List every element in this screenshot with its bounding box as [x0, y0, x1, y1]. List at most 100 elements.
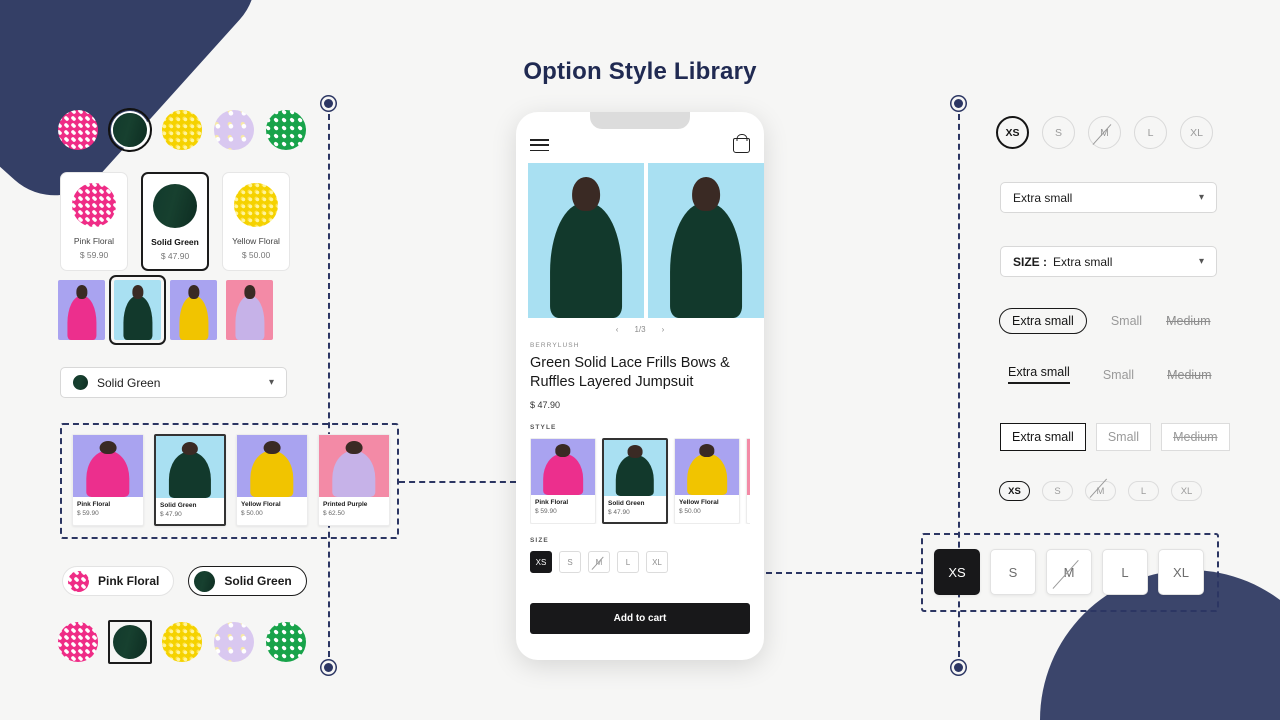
product-card[interactable]: Yellow Floral$ 50.00 — [674, 438, 740, 524]
square-size-selector-row[interactable]: XSSMLXL — [934, 549, 1204, 595]
add-to-cart-button[interactable]: Add to cart — [530, 603, 750, 634]
mini-pill-size-row[interactable]: XS SML XL — [999, 481, 1202, 501]
color-label-pill[interactable]: Pink Floral — [62, 566, 174, 596]
product-card-price: $ 47.90 — [608, 509, 662, 516]
color-swatch-sw-yellow[interactable] — [160, 620, 204, 664]
color-label-pill-row[interactable]: Pink Floral Solid Green — [62, 566, 307, 596]
mini-pill-size-l[interactable]: L — [1128, 481, 1159, 501]
circle-size-m[interactable]: M — [1088, 116, 1121, 149]
color-label-text: Solid Green — [224, 574, 291, 588]
thumbnail[interactable] — [114, 280, 161, 340]
product-card-name: Yellow Floral — [679, 499, 735, 506]
shopping-bag-icon[interactable] — [733, 138, 750, 153]
size-option-s[interactable]: S — [559, 551, 581, 573]
connector-endpoint-right-bottom — [954, 663, 963, 672]
product-card-meta: Solid Green$ 47.90 — [604, 496, 666, 522]
underline-text-size-extra-small[interactable]: Extra small — [1008, 365, 1070, 384]
size-dropdown-labeled[interactable]: SIZE : Extra small ▾ — [1000, 246, 1217, 277]
option-card-price: $ 47.90 — [149, 251, 201, 261]
product-image-carousel[interactable] — [516, 163, 764, 318]
product-card-name: Pink Floral — [77, 501, 139, 508]
thumbnail[interactable] — [226, 280, 273, 340]
underline-text-size-small[interactable]: Small — [1103, 368, 1134, 382]
connector-line-left-to-phone — [399, 481, 516, 483]
product-card-image — [675, 439, 739, 495]
option-card[interactable]: Pink Floral$ 59.90 — [60, 172, 128, 271]
mini-pill-size-s[interactable]: S — [1042, 481, 1073, 501]
product-card-meta: Pink Floral$ 59.90 — [73, 497, 143, 523]
thumbnail-strip[interactable] — [58, 280, 273, 340]
size-option-l[interactable]: L — [617, 551, 639, 573]
circle-size-xs[interactable]: XS — [996, 116, 1029, 149]
circle-size-l[interactable]: L — [1134, 116, 1167, 149]
product-card[interactable]: Printed$ 62.50 — [746, 438, 750, 524]
box-text-size-row[interactable]: Extra small Small Medium — [1000, 423, 1230, 451]
pill-text-size-small[interactable]: Small — [1111, 314, 1142, 328]
color-dropdown[interactable]: Solid Green ▾ — [60, 367, 287, 398]
size-option-xl[interactable]: XL — [646, 551, 668, 573]
color-label-pill[interactable]: Solid Green — [188, 566, 306, 596]
thumbnail[interactable] — [58, 280, 105, 340]
phone-style-card-row[interactable]: Pink Floral$ 59.90 Solid Green$ 47.90 Yell… — [530, 438, 750, 524]
color-swatch-sw-pink[interactable] — [56, 108, 100, 152]
product-card-name: Solid Green — [160, 502, 220, 509]
square-size-xl[interactable]: XL — [1158, 549, 1204, 595]
color-swatch-sw-green[interactable] — [108, 108, 152, 152]
product-card-row[interactable]: Pink Floral$ 59.90 Solid Green$ 47.90Yell… — [72, 434, 390, 526]
color-swatch-sw-yellow[interactable] — [160, 108, 204, 152]
product-card[interactable]: Pink Floral$ 59.90 — [72, 434, 144, 526]
product-card-image — [237, 435, 307, 497]
mini-pill-size-xl[interactable]: XL — [1171, 481, 1202, 501]
carousel-controls[interactable]: ‹ 1/3 › — [516, 318, 764, 338]
product-card[interactable]: Pink Floral$ 59.90 — [530, 438, 596, 524]
product-card[interactable]: Solid Green$ 47.90 — [154, 434, 226, 526]
pill-text-size-row[interactable]: Extra small Small Medium — [999, 308, 1211, 334]
phone-mockup: ‹ 1/3 › BERRYLUSH Green Solid Lace Frill… — [516, 112, 764, 660]
product-card[interactable]: Yellow Floral$ 50.00 — [236, 434, 308, 526]
box-text-size-small[interactable]: Small — [1096, 423, 1151, 451]
option-card[interactable]: Solid Green$ 47.90 — [141, 172, 209, 271]
product-card[interactable]: Printed Purple$ 62.50 — [318, 434, 390, 526]
size-option-m[interactable]: M — [588, 551, 610, 573]
color-swatch-sw-gprint[interactable] — [264, 620, 308, 664]
color-swatch-row-top[interactable] — [56, 108, 308, 152]
hamburger-menu-icon[interactable] — [530, 136, 549, 155]
color-swatch-sw-pink[interactable] — [56, 620, 100, 664]
phone-notch — [590, 112, 690, 129]
square-size-l[interactable]: L — [1102, 549, 1148, 595]
color-swatch-sw-lav[interactable] — [212, 108, 256, 152]
size-option-xs[interactable]: XS — [530, 551, 552, 573]
circle-size-selector-row[interactable]: XS SML XL — [996, 116, 1213, 149]
carousel-counter: 1/3 — [634, 325, 645, 334]
square-size-s[interactable]: S — [990, 549, 1036, 595]
product-title: Green Solid Lace Frills Bows & Ruffles L… — [530, 354, 750, 393]
phone-size-row[interactable]: XS SML XL — [530, 551, 750, 573]
box-text-size-extra-small[interactable]: Extra small — [1000, 423, 1086, 451]
mini-pill-size-m[interactable]: M — [1085, 481, 1116, 501]
color-swatch-row-bottom[interactable] — [56, 620, 308, 664]
underline-text-size-medium[interactable]: Medium — [1167, 368, 1211, 382]
pill-text-size-extra-small[interactable]: Extra small — [999, 308, 1087, 334]
color-dropdown-value: Solid Green — [97, 376, 160, 390]
circle-size-xl[interactable]: XL — [1180, 116, 1213, 149]
product-card[interactable]: Solid Green$ 47.90 — [602, 438, 668, 524]
thumbnail[interactable] — [170, 280, 217, 340]
option-card[interactable]: Yellow Floral$ 50.00 — [222, 172, 290, 271]
size-dropdown-value: Extra small — [1013, 191, 1072, 205]
square-size-m[interactable]: M — [1046, 549, 1092, 595]
size-dropdown-plain[interactable]: Extra small ▾ — [1000, 182, 1217, 213]
option-card-row[interactable]: Pink Floral$ 59.90Solid Green$ 47.90Yell… — [60, 172, 290, 271]
box-text-size-medium[interactable]: Medium — [1161, 423, 1229, 451]
square-size-xs[interactable]: XS — [934, 549, 980, 595]
underline-text-size-row[interactable]: Extra small Small Medium — [1008, 365, 1212, 384]
carousel-next-icon[interactable]: › — [662, 325, 665, 334]
circle-size-s[interactable]: S — [1042, 116, 1075, 149]
color-swatch-sw-gprint[interactable] — [264, 108, 308, 152]
color-swatch-sw-lav[interactable] — [212, 620, 256, 664]
swatch-fill — [113, 625, 147, 659]
option-card-thumb — [234, 183, 278, 227]
mini-pill-size-xs[interactable]: XS — [999, 481, 1030, 501]
carousel-prev-icon[interactable]: ‹ — [616, 325, 619, 334]
pill-text-size-medium[interactable]: Medium — [1166, 314, 1210, 328]
color-swatch-sw-green[interactable] — [108, 620, 152, 664]
